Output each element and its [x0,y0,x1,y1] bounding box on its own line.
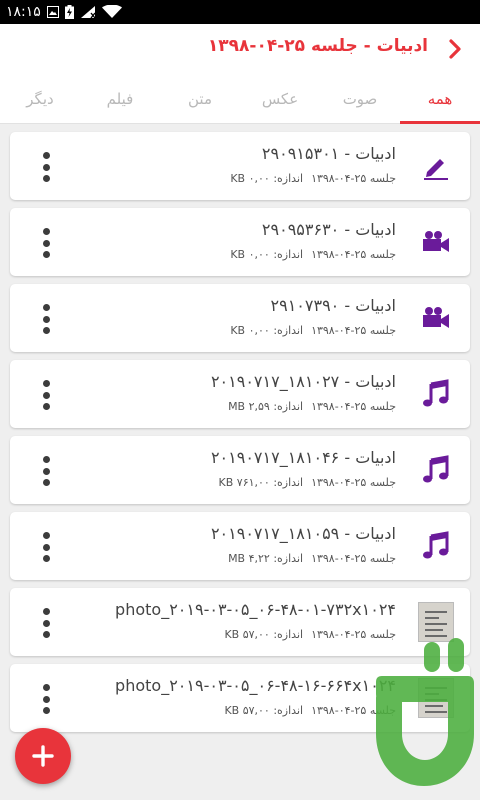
file-size: اندازه: ۲,۵۹ MB [228,400,304,413]
edit-icon [418,147,454,185]
file-session: جلسه ۲۵-۰۴-۱۳۹۸ [311,400,396,413]
file-meta: جلسه ۲۵-۰۴-۱۳۹۸ اندازه: ۴,۲۲ MB [228,552,396,565]
file-meta: جلسه ۲۵-۰۴-۱۳۹۸ اندازه: ۰,۰۰ KB [230,172,396,185]
store-logo-watermark [376,638,474,786]
tab-other[interactable]: دیگر [0,74,80,124]
page-title: ادبیات - جلسه ۲۵-۰۴-۱۳۹۸ [207,36,428,56]
file-card[interactable]: ادبیات - ۲۹۰۹۵۳۶۳۰ جلسه ۲۵-۰۴-۱۳۹۸ انداز… [10,208,470,276]
file-card[interactable]: ادبیات - ۲۹۰۹۱۵۳۰۱ جلسه ۲۵-۰۴-۱۳۹۸ انداز… [10,132,470,200]
battery-charging-icon [64,5,74,19]
file-session: جلسه ۲۵-۰۴-۱۳۹۸ [311,324,396,337]
tab-text[interactable]: متن [160,74,240,124]
tab-video[interactable]: فیلم [80,74,160,124]
file-size: اندازه: ۰,۰۰ KB [230,248,304,261]
file-name: ادبیات - ۲۹۱۰۷۳۹۰ [270,296,396,315]
more-options-icon[interactable] [36,456,56,486]
file-name: ادبیات - ۱۸۱۰۴۶_۲۰۱۹۰۷۱۷ [210,448,396,467]
signal-icon [80,6,96,19]
file-card[interactable]: ادبیات - ۲۹۱۰۷۳۹۰ جلسه ۲۵-۰۴-۱۳۹۸ اندازه… [10,284,470,352]
file-card[interactable]: ادبیات - ۱۸۱۰۴۶_۲۰۱۹۰۷۱۷ جلسه ۲۵-۰۴-۱۳۹۸… [10,436,470,504]
tab-all[interactable]: همه [400,74,480,124]
more-options-icon[interactable] [36,304,56,334]
tab-bar: همه صوت عکس متن فیلم دیگر [0,74,480,124]
wifi-icon [101,5,122,18]
app-header: ادبیات - جلسه ۲۵-۰۴-۱۳۹۸ [0,24,480,74]
file-size: اندازه: ۵۷,۰۰ KB [224,704,304,717]
file-size: اندازه: ۰,۰۰ KB [230,172,304,185]
more-options-icon[interactable] [36,380,56,410]
file-session: جلسه ۲۵-۰۴-۱۳۹۸ [311,248,396,261]
file-size: اندازه: ۰,۰۰ KB [230,324,304,337]
file-meta: جلسه ۲۵-۰۴-۱۳۹۸ اندازه: ۰,۰۰ KB [230,248,396,261]
music-note-icon [418,527,454,565]
file-card[interactable]: ادبیات - ۱۸۱۰۲۷_۲۰۱۹۰۷۱۷ جلسه ۲۵-۰۴-۱۳۹۸… [10,360,470,428]
file-name: photo_۲۰۱۹-۰۳-۰۵_۰۶-۴۸-۱۶-۶۶۴x۱۰۲۴ [115,676,396,695]
plus-icon [32,745,54,767]
file-size: اندازه: ۵۷,۰۰ KB [224,628,304,641]
file-meta: جلسه ۲۵-۰۴-۱۳۹۸ اندازه: ۲,۵۹ MB [228,400,396,413]
file-name: photo_۲۰۱۹-۰۳-۰۵_۰۶-۴۸-۰۱-۷۳۲x۱۰۲۴ [115,600,396,619]
file-session: جلسه ۲۵-۰۴-۱۳۹۸ [311,552,396,565]
file-name: ادبیات - ۲۹۰۹۵۳۶۳۰ [261,220,396,239]
video-camera-icon [418,223,454,261]
file-session: جلسه ۲۵-۰۴-۱۳۹۸ [311,172,396,185]
add-file-button[interactable] [15,728,71,784]
music-note-icon [418,375,454,413]
status-bar: ۱۸:۱۵ [0,0,480,24]
video-camera-icon [418,299,454,337]
more-options-icon[interactable] [36,608,56,638]
file-name: ادبیات - ۱۸۱۰۲۷_۲۰۱۹۰۷۱۷ [210,372,396,391]
more-options-icon[interactable] [36,684,56,714]
file-meta: جلسه ۲۵-۰۴-۱۳۹۸ اندازه: ۵۷,۰۰ KB [224,628,396,641]
file-size: اندازه: ۴,۲۲ MB [228,552,304,565]
file-name: ادبیات - ۱۸۱۰۵۹_۲۰۱۹۰۷۱۷ [210,524,396,543]
file-meta: جلسه ۲۵-۰۴-۱۳۹۸ اندازه: ۰,۰۰ KB [230,324,396,337]
file-size: اندازه: ۷۶۱,۰۰ KB [218,476,304,489]
more-options-icon[interactable] [36,228,56,258]
more-options-icon[interactable] [36,532,56,562]
music-note-icon [418,451,454,489]
file-card[interactable]: ادبیات - ۱۸۱۰۵۹_۲۰۱۹۰۷۱۷ جلسه ۲۵-۰۴-۱۳۹۸… [10,512,470,580]
status-time: ۱۸:۱۵ [6,4,41,20]
file-meta: جلسه ۲۵-۰۴-۱۳۹۸ اندازه: ۵۷,۰۰ KB [224,704,396,717]
more-options-icon[interactable] [36,152,56,182]
file-name: ادبیات - ۲۹۰۹۱۵۳۰۱ [261,144,396,163]
image-notification-icon [46,6,59,18]
file-session: جلسه ۲۵-۰۴-۱۳۹۸ [311,476,396,489]
back-chevron-icon[interactable] [446,38,466,60]
file-meta: جلسه ۲۵-۰۴-۱۳۹۸ اندازه: ۷۶۱,۰۰ KB [219,476,396,489]
tab-audio[interactable]: صوت [320,74,400,124]
tab-photo[interactable]: عکس [240,74,320,124]
